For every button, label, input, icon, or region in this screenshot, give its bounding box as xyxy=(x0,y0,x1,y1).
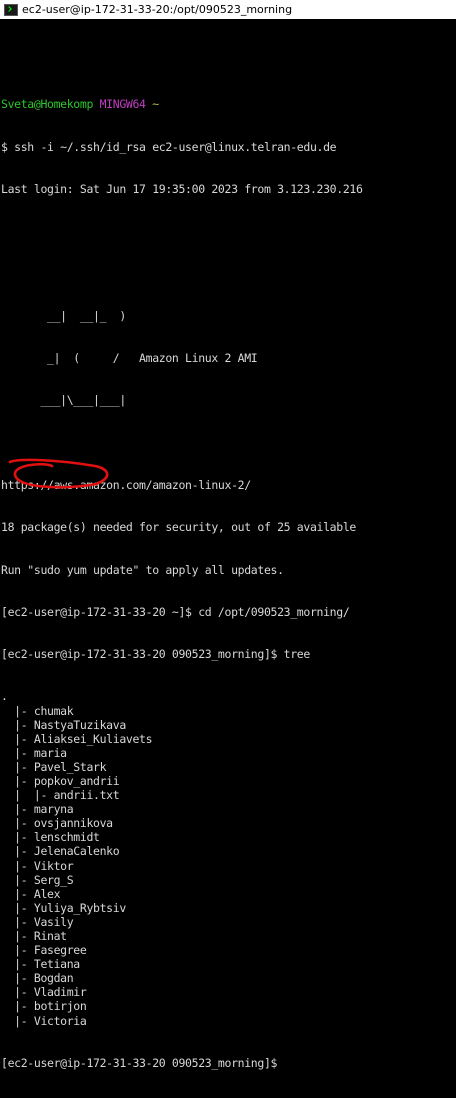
tree-item: |- chumak xyxy=(1,703,74,718)
tree-output: . |- chumak |- NastyaTuzikava |- Aliakse… xyxy=(1,689,453,1027)
last-login-line: Last login: Sat Jun 17 19:35:00 2023 fro… xyxy=(1,182,363,197)
banner-art-3: ___|\___|___| xyxy=(1,393,126,408)
empty-line xyxy=(1,267,453,281)
tree-item: | |- andrii.txt xyxy=(1,788,120,803)
terminal-window: ec2-user@ip-172-31-33-20:/opt/090523_mor… xyxy=(0,0,456,1070)
aws-url: https://aws.amazon.com/amazon-linux-2/ xyxy=(1,478,251,492)
tree-item: |- lenschmidt xyxy=(1,830,100,845)
window-title: ec2-user@ip-172-31-33-20:/opt/090523_mor… xyxy=(22,3,293,16)
tree-item: |- Victoria xyxy=(1,1013,87,1028)
tree-item: |- JelenaCalenko xyxy=(1,844,120,859)
tree-item: |- Serg_S xyxy=(1,872,74,887)
tree-item: |- popkov_andrii xyxy=(1,773,120,788)
ssh-command: $ ssh -i ~/.ssh/id_rsa ec2-user@linux.te… xyxy=(1,139,337,154)
cd-command: [ec2-user@ip-172-31-33-20 ~]$ cd /opt/09… xyxy=(1,604,350,619)
tree-item: |- Bogdan xyxy=(1,971,74,986)
empty-line xyxy=(1,55,453,69)
prompt-path: ~ xyxy=(152,97,159,112)
tree-item: |- Rinat xyxy=(1,929,67,943)
tree-item: |- botirjon xyxy=(1,999,87,1014)
empty-line xyxy=(1,436,453,450)
banner-art-2: _| ( / Amazon Linux 2 AMI xyxy=(1,351,258,366)
tree-item: |- Viktor xyxy=(1,858,74,873)
tree-item: |- Vasily xyxy=(1,914,74,929)
banner-art-1: __| __|_ ) xyxy=(1,308,126,323)
terminal-app-icon xyxy=(4,3,18,16)
tree-item: . xyxy=(1,689,8,704)
tree-item: |- maryna xyxy=(1,802,74,817)
empty-line xyxy=(1,224,453,238)
tree-item: |- Alex xyxy=(1,886,61,901)
terminal-output[interactable]: Sveta@Homekomp MINGW64 ~ $ ssh -i ~/.ssh… xyxy=(1,27,453,1098)
tree-command: [ec2-user@ip-172-31-33-20 090523_morning… xyxy=(1,647,310,662)
tree-item: |- maria xyxy=(1,745,67,760)
tree-item: |- Yuliya_Rybtsiv xyxy=(1,900,126,915)
tree-item: |- Fasegree xyxy=(1,943,87,958)
update-hint: Run "sudo yum update" to apply all updat… xyxy=(1,562,284,577)
tree-item: |- NastyaTuzikava xyxy=(1,717,126,732)
tree-item: |- Vladimir xyxy=(1,985,87,1000)
final-prompt: [ec2-user@ip-172-31-33-20 090523_morning… xyxy=(1,1055,278,1070)
prompt-env: MINGW64 xyxy=(99,97,146,112)
packages-notice: 18 package(s) needed for security, out o… xyxy=(1,520,356,535)
tree-item: |- Aliaksei_Kuliavets xyxy=(1,731,153,746)
title-bar[interactable]: ec2-user@ip-172-31-33-20:/opt/090523_mor… xyxy=(0,0,456,19)
tree-item: |- Tetiana xyxy=(1,957,80,972)
tree-item: |- ovsjannikova xyxy=(1,816,113,831)
tree-item: |- Pavel_Stark xyxy=(1,759,107,774)
prompt-user-host: Sveta@Homekomp xyxy=(1,97,94,112)
local-prompt: Sveta@Homekomp MINGW64 ~ xyxy=(1,97,453,111)
